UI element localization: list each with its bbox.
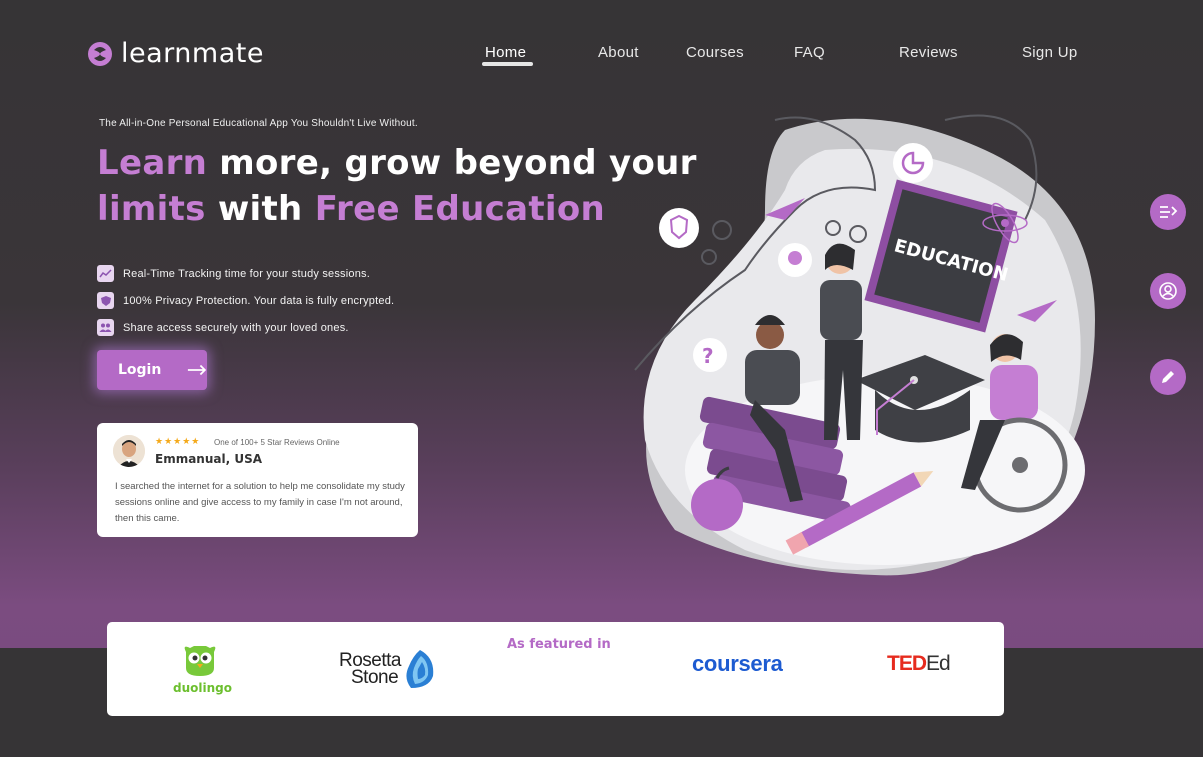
- headline-free-education: Free Education: [314, 189, 605, 229]
- rosetta-stone-logo: Rosetta Stone: [339, 651, 401, 688]
- featured-strip: As featured in duolingo Rosetta Stone co…: [107, 622, 1004, 716]
- reviewer-name: Emmanual, USA: [155, 452, 263, 466]
- feature-list: Real-Time Tracking time for your study s…: [97, 260, 394, 341]
- feature-text: Share access securely with your loved on…: [123, 321, 349, 334]
- rosetta-line2: Stone: [351, 667, 399, 688]
- ted-text: TED: [887, 652, 927, 675]
- avatar: [113, 435, 145, 467]
- login-label: Login: [118, 362, 162, 378]
- feature-text: 100% Privacy Protection. Your data is fu…: [123, 294, 395, 307]
- trend-chart-icon: [97, 265, 114, 282]
- feature-item: 100% Privacy Protection. Your data is fu…: [97, 287, 394, 314]
- rosetta-stone-icon: [406, 650, 434, 688]
- main-nav: Home About Courses FAQ Reviews Sign Up: [0, 44, 1203, 68]
- star-rating: ★★★★★: [155, 436, 201, 446]
- list-arrow-icon: [1160, 206, 1178, 218]
- login-button[interactable]: Login: [97, 350, 207, 390]
- user-circle-icon: [1159, 282, 1177, 300]
- headline-limits: limits: [97, 189, 206, 229]
- nav-faq[interactable]: FAQ: [794, 44, 825, 61]
- review-card: ★★★★★ One of 100+ 5 Star Reviews Online …: [97, 423, 418, 537]
- nav-signup[interactable]: Sign Up: [1022, 44, 1077, 61]
- education-illustration: EDUCATION ?: [634, 114, 1095, 576]
- featured-title: As featured in: [507, 637, 611, 652]
- headline-part2: more, grow beyond your: [207, 143, 697, 183]
- nav-reviews[interactable]: Reviews: [899, 44, 958, 61]
- nav-courses[interactable]: Courses: [686, 44, 744, 61]
- pencil-icon: [1162, 371, 1174, 383]
- headline-learn: Learn: [97, 143, 208, 183]
- users-icon: [97, 319, 114, 336]
- nav-active-indicator: [482, 62, 533, 66]
- nav-home[interactable]: Home: [485, 44, 526, 61]
- coursera-logo: coursera: [692, 651, 783, 676]
- edit-button[interactable]: [1150, 359, 1186, 395]
- list-arrow-button[interactable]: [1150, 194, 1186, 230]
- ted-ed-logo: TEDEd: [887, 652, 951, 676]
- profile-button[interactable]: [1150, 273, 1186, 309]
- headline-with: with: [205, 189, 315, 229]
- duolingo-owl-icon: [184, 646, 216, 676]
- ed-text: Ed: [926, 652, 951, 675]
- svg-text:?: ?: [702, 344, 714, 368]
- feature-text: Real-Time Tracking time for your study s…: [123, 267, 370, 280]
- hero-tagline: The All-in-One Personal Educational App …: [99, 118, 418, 129]
- feature-item: Share access securely with your loved on…: [97, 314, 394, 341]
- review-text: I searched the internet for a solution t…: [115, 481, 405, 524]
- review-meta: One of 100+ 5 Star Reviews Online: [214, 438, 340, 447]
- shield-icon: [97, 292, 114, 309]
- feature-item: Real-Time Tracking time for your study s…: [97, 260, 394, 287]
- duolingo-logo: duolingo: [173, 681, 232, 695]
- nav-about[interactable]: About: [598, 44, 639, 61]
- arrow-right-icon: [188, 364, 207, 376]
- hero-headline: Learn more, grow beyond your limits with…: [97, 140, 697, 232]
